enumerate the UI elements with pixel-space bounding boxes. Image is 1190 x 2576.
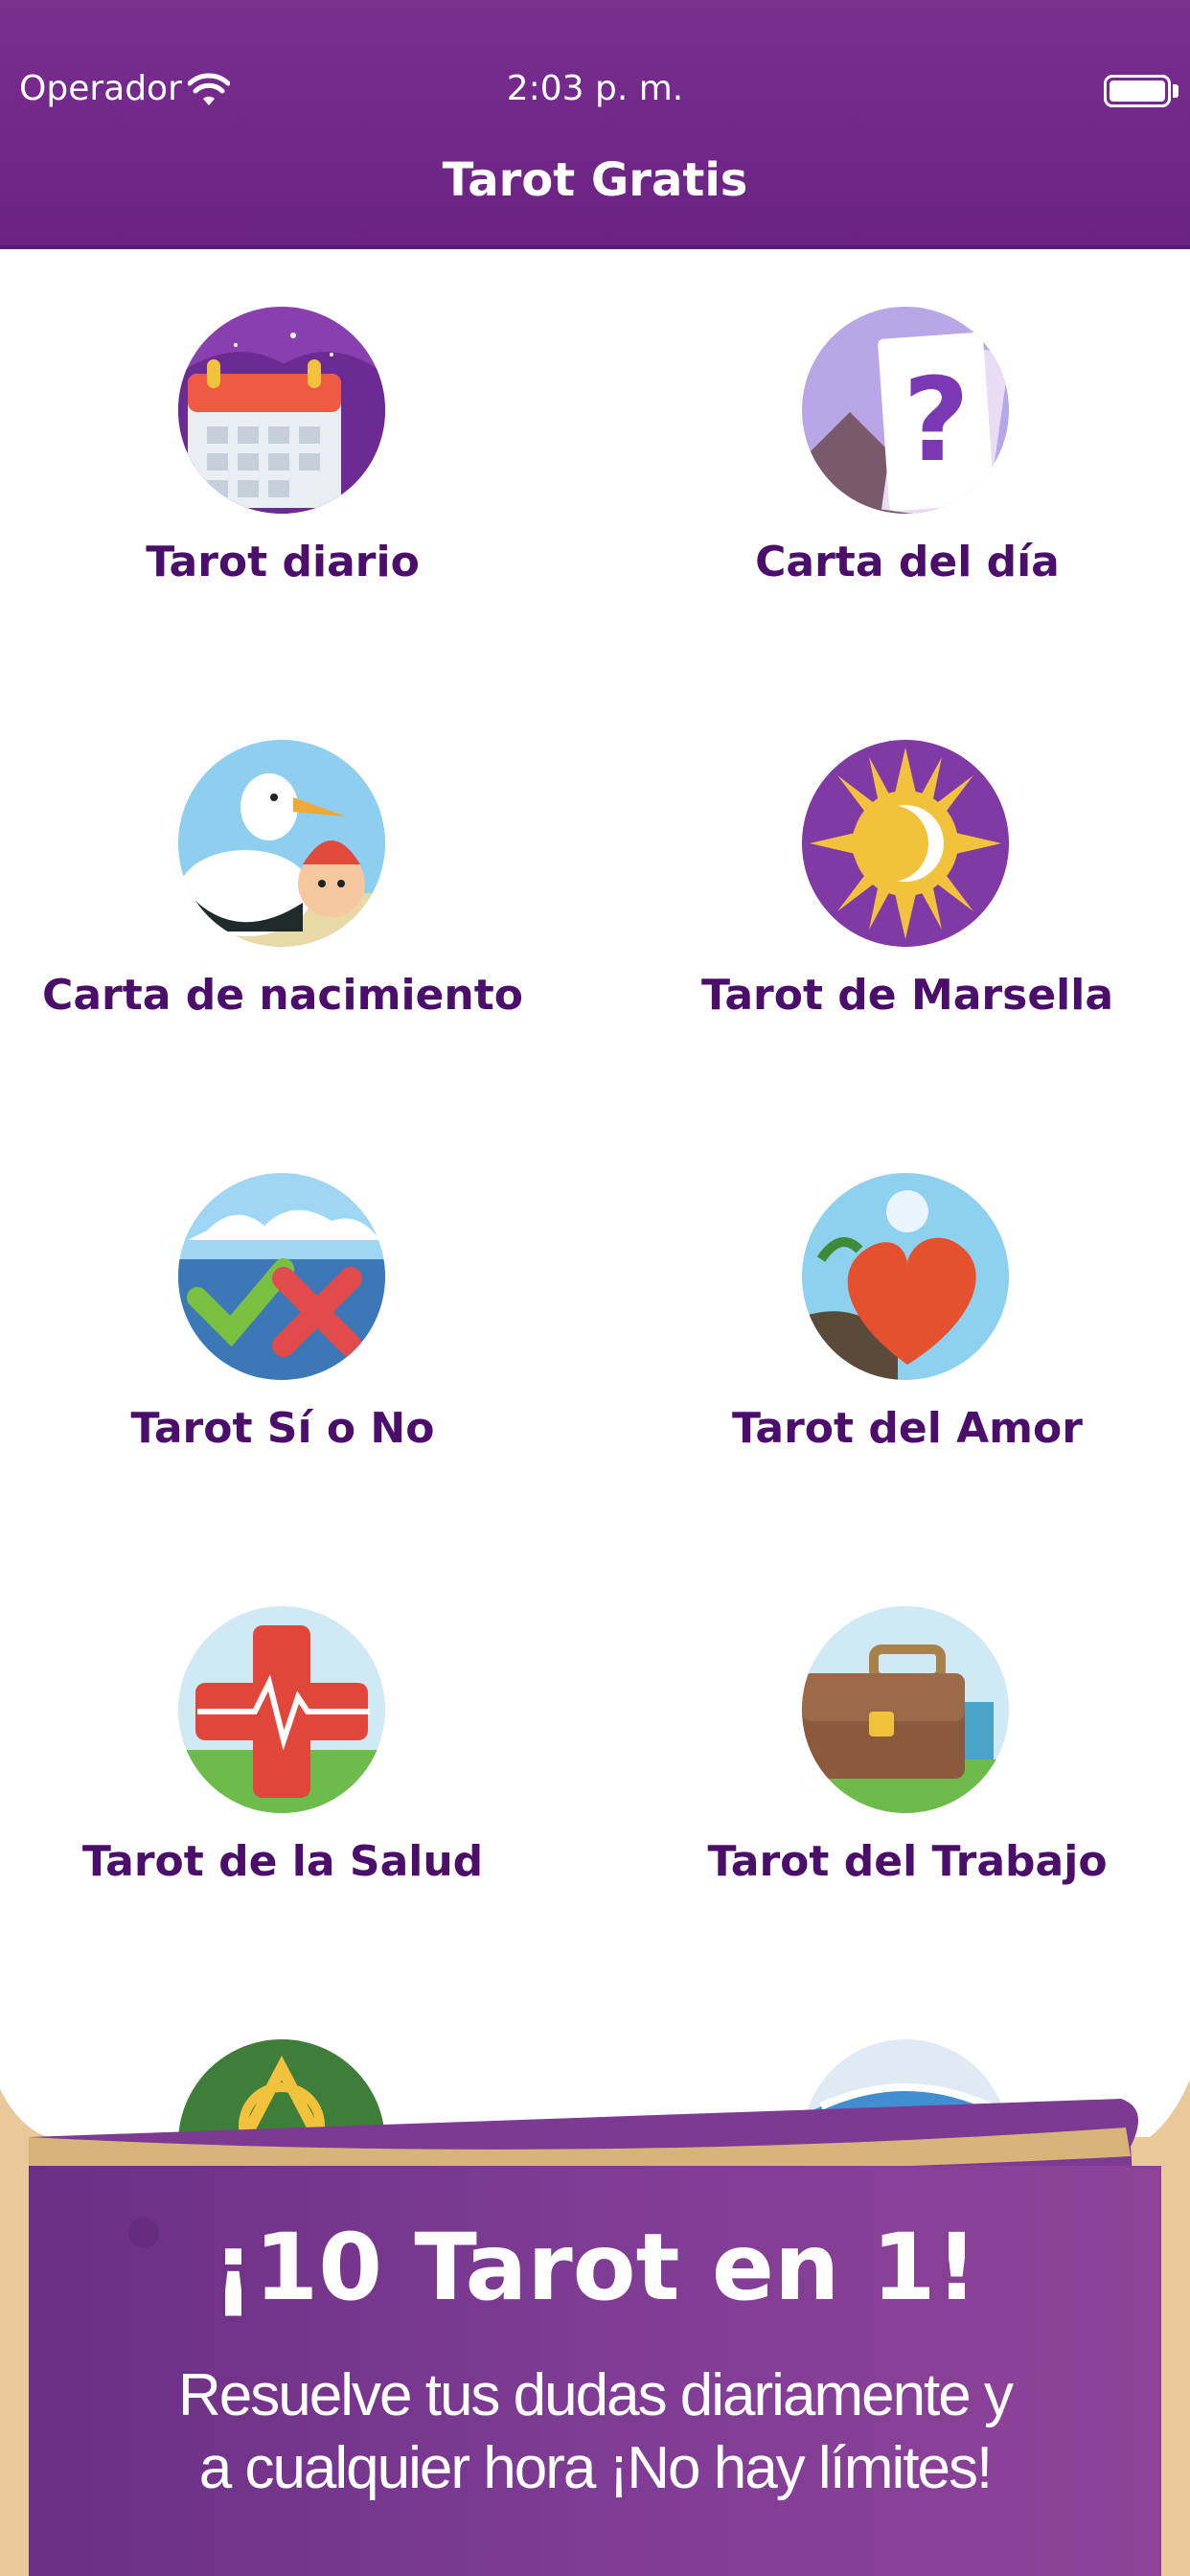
page-title: Tarot Gratis [442, 153, 748, 207]
battery-icon [1104, 75, 1171, 107]
tile-label: Tarot de Marsella [700, 971, 1114, 1020]
app-header: Operador 2:03 p. m. Tarot Gratis [0, 0, 1190, 249]
tile-tarot-de-marsella[interactable]: Tarot de Marsella [595, 678, 1190, 1112]
tile-tarot-del-trabajo[interactable]: Tarot del Trabajo [595, 1545, 1190, 1978]
tile-tarot-del-amor[interactable]: Tarot del Amor [595, 1112, 1190, 1545]
sun-moon-icon [802, 740, 1009, 947]
health-cross-icon [178, 1606, 385, 1813]
tile-tarot-si-o-no[interactable]: Tarot Sí o No [0, 1112, 595, 1545]
stork-baby-icon [178, 740, 385, 947]
tile-label: Carta del día [755, 538, 1060, 586]
tile-tarot-de-la-salud[interactable]: Tarot de la Salud [0, 1545, 595, 1978]
tile-carta-de-nacimiento[interactable]: Carta de nacimiento [0, 678, 595, 1112]
check-cross-icon [178, 1173, 385, 1380]
tile-carta-del-dia[interactable]: ? Carta del día [595, 245, 1190, 678]
question-card-icon: ? [802, 307, 1009, 514]
calendar-icon [178, 307, 385, 514]
tile-label: Tarot del Amor [732, 1404, 1083, 1453]
heart-icon [802, 1173, 1009, 1380]
tile-tarot-diario[interactable]: Tarot diario [0, 245, 595, 678]
tile-label: Tarot del Trabajo [707, 1837, 1108, 1886]
banner-subtitle-line-1: Resuelve tus dudas diariamente y [178, 2362, 1014, 2428]
tile-label: Carta de nacimiento [42, 971, 523, 1020]
battery-cap-icon [1173, 84, 1179, 98]
tile-label: Tarot Sí o No [130, 1404, 435, 1453]
banner-subtitle: Resuelve tus dudas diariamente y a cualq… [115, 2359, 1075, 2505]
tile-label: Tarot diario [146, 538, 420, 586]
banner-subtitle-line-2: a cualquier hora ¡No hay límites! [198, 2435, 994, 2501]
svg-text:?: ? [903, 355, 970, 488]
tile-label: Tarot de la Salud [81, 1837, 484, 1886]
briefcase-icon [802, 1606, 1009, 1813]
clock-label: 2:03 p. m. [506, 69, 684, 108]
banner-headline: ¡10 Tarot en 1! [212, 2214, 978, 2321]
